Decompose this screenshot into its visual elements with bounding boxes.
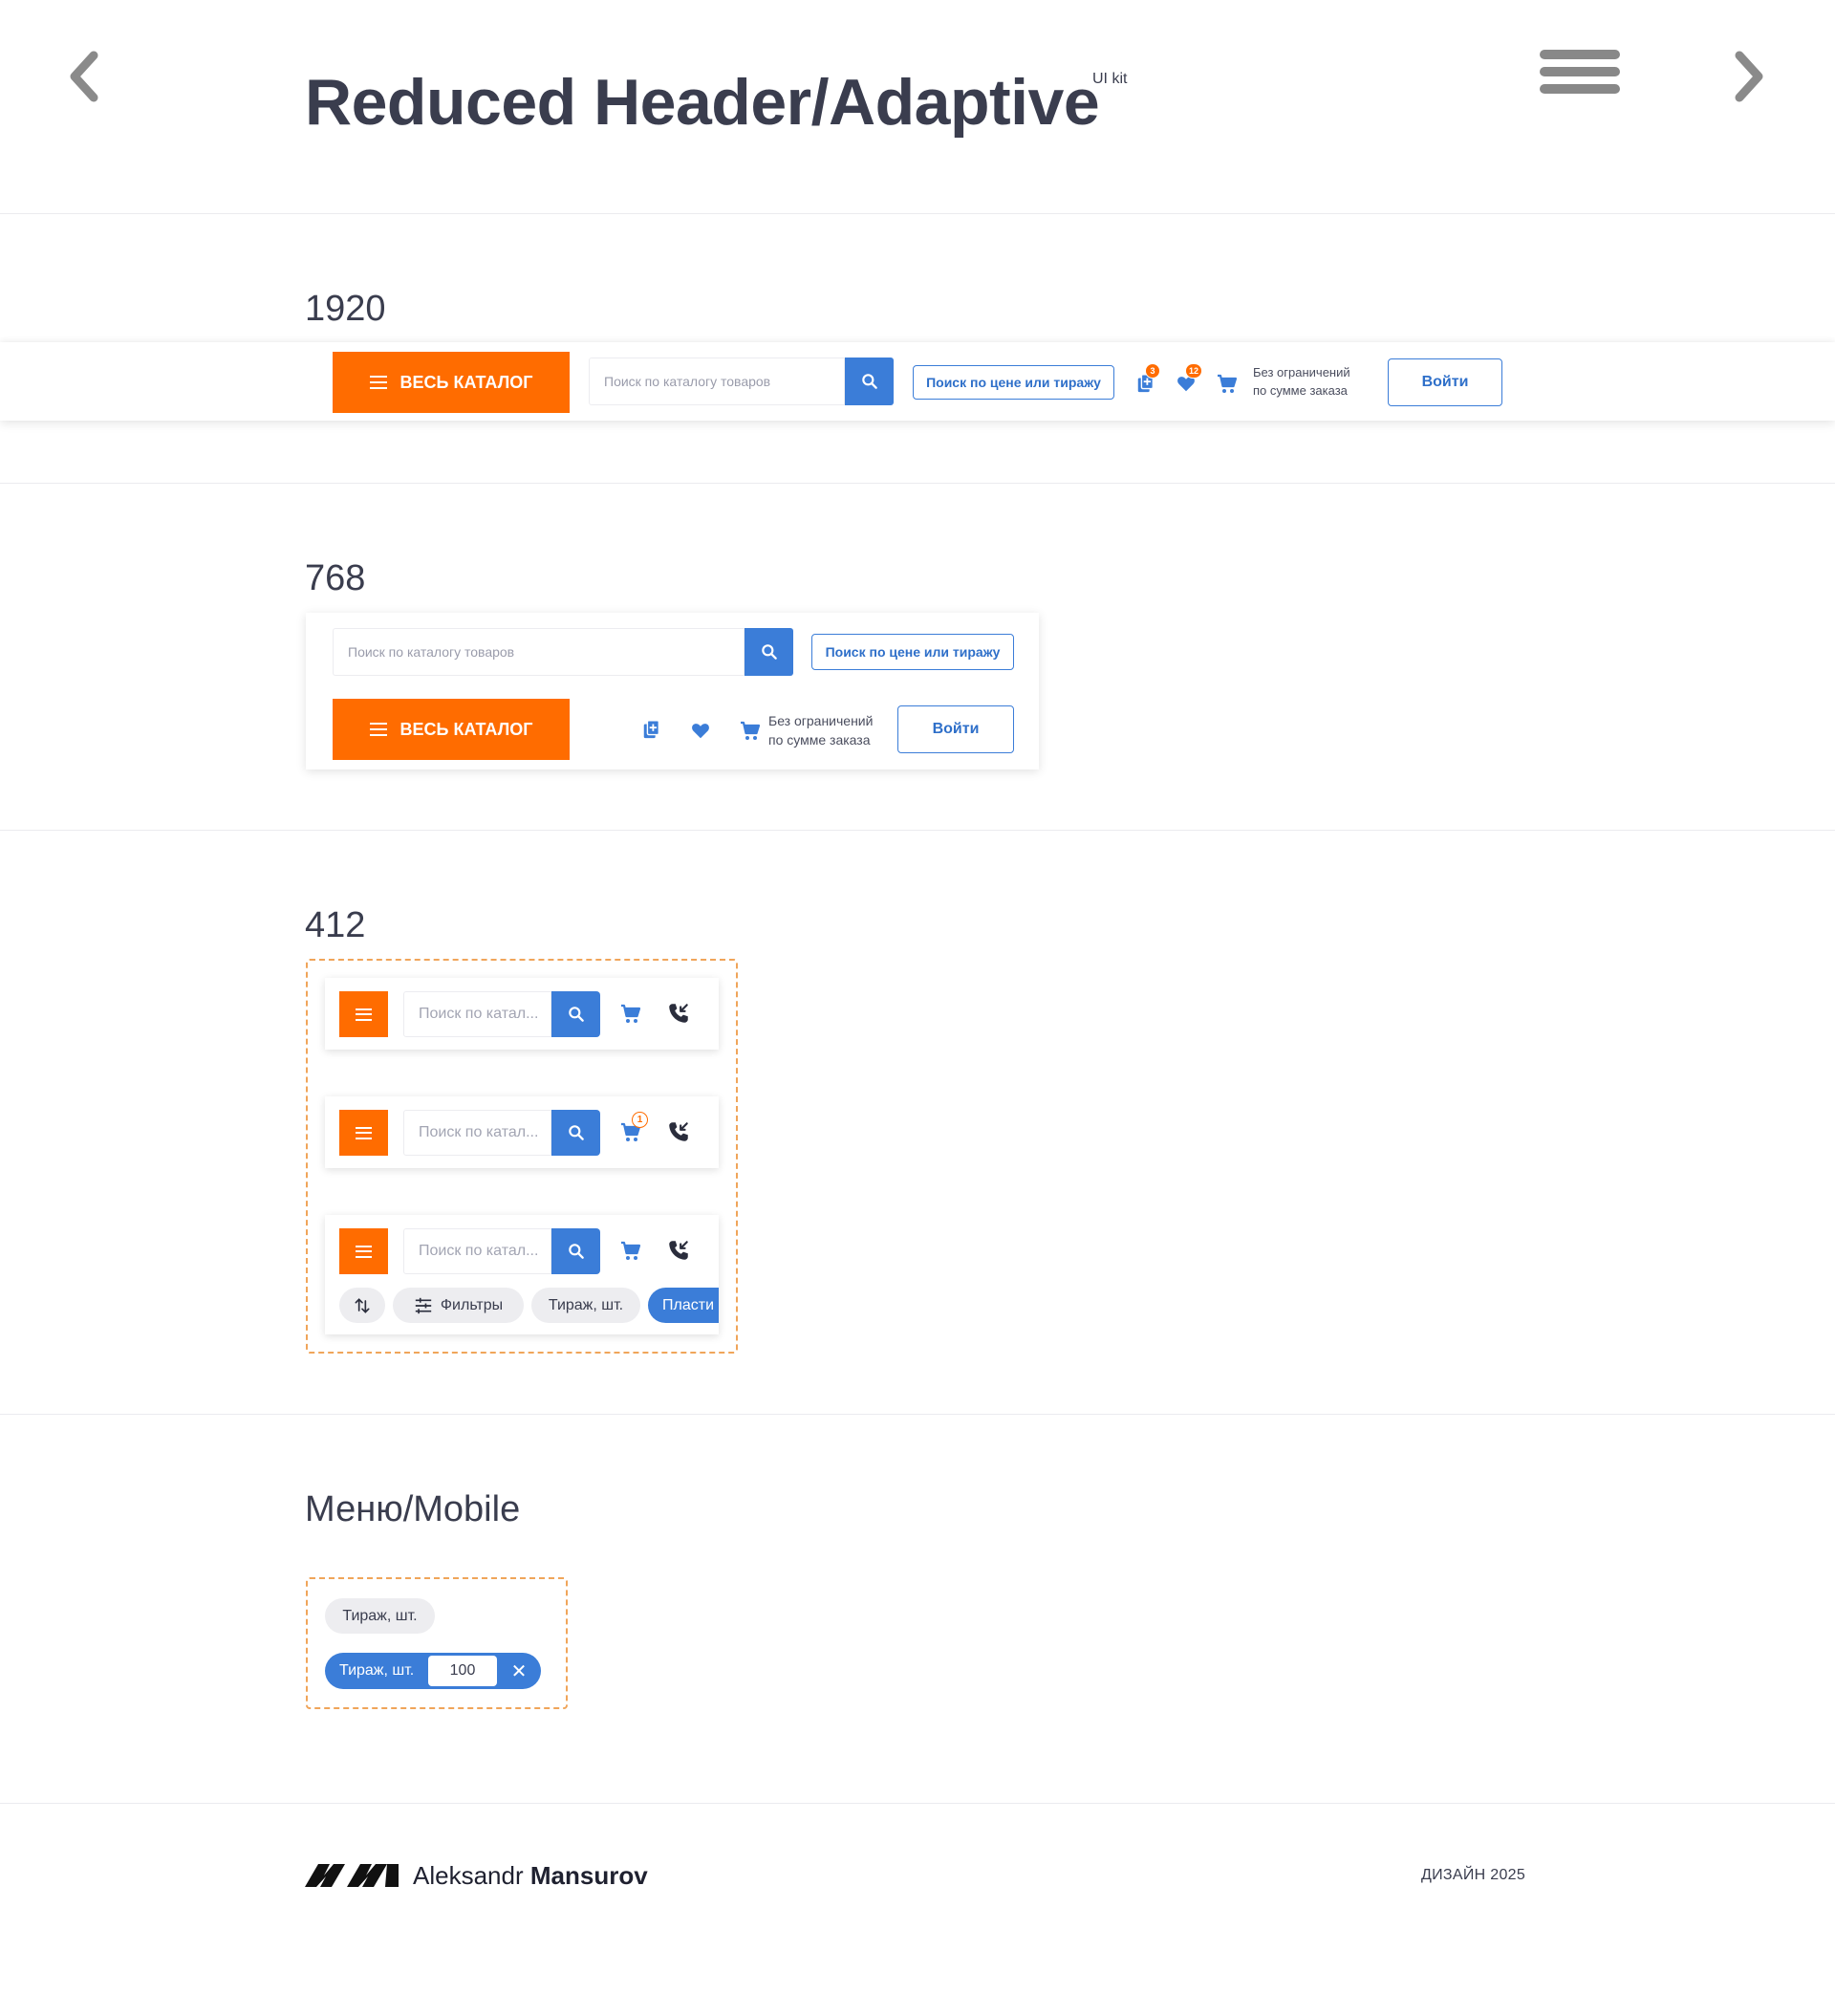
hamburger-icon bbox=[369, 723, 387, 736]
close-icon[interactable]: ✕ bbox=[503, 1653, 535, 1689]
mobile-phone-button[interactable] bbox=[666, 1119, 691, 1144]
page-subtitle: UI kit bbox=[1092, 71, 1128, 87]
mobile-header-default: Поиск по катал... bbox=[325, 978, 719, 1050]
sort-chip[interactable] bbox=[339, 1288, 385, 1323]
header-768: Поиск по каталогу товаров Поиск по цене … bbox=[306, 613, 1039, 770]
plastic-chip[interactable]: Пласти bbox=[648, 1288, 719, 1323]
mobile-header-with-filters: Поиск по катал... Фильтры Тираж, шт. Пла… bbox=[325, 1215, 719, 1334]
filters-chip[interactable]: Фильтры bbox=[393, 1288, 524, 1323]
catalog-label: ВЕСЬ КАТАЛОГ bbox=[399, 372, 533, 392]
cart-icon bbox=[741, 721, 761, 740]
compare-icon bbox=[643, 720, 660, 739]
author-last-name: Mansurov bbox=[529, 1861, 648, 1890]
section-label-412: 412 bbox=[305, 905, 366, 945]
hamburger-icon[interactable] bbox=[1540, 50, 1620, 103]
cart-icon bbox=[621, 1004, 641, 1023]
cart-icon bbox=[621, 1241, 641, 1260]
phone-icon bbox=[669, 1241, 688, 1260]
hamburger-icon bbox=[356, 1245, 372, 1258]
mobile-menu-button[interactable] bbox=[339, 1110, 388, 1156]
section-label-menu-mobile: Меню/Mobile bbox=[305, 1489, 521, 1529]
search-input[interactable]: Поиск по каталогу товаров bbox=[589, 358, 845, 405]
divider bbox=[0, 483, 1835, 484]
mobile-phone-button[interactable] bbox=[666, 1238, 691, 1263]
heart-icon bbox=[692, 724, 709, 739]
phone-icon bbox=[669, 1122, 688, 1141]
mobile-header-cart-filled: Поиск по катал... 1 bbox=[325, 1096, 719, 1168]
favorites-button[interactable]: 12 bbox=[1174, 363, 1203, 396]
compare-button[interactable] bbox=[639, 717, 664, 742]
login-button[interactable]: Войти bbox=[1388, 358, 1502, 406]
search-icon bbox=[568, 1244, 584, 1259]
quantity-chip[interactable]: Тираж, шт. bbox=[531, 1288, 640, 1323]
header-1920: ВЕСЬ КАТАЛОГ Поиск по каталогу товаров П… bbox=[0, 342, 1835, 421]
compare-button[interactable]: 3 bbox=[1133, 363, 1160, 396]
mobile-phone-button[interactable] bbox=[666, 1001, 691, 1026]
sort-icon bbox=[355, 1297, 370, 1313]
mobile-search-button[interactable] bbox=[551, 1110, 600, 1156]
section-label-768: 768 bbox=[305, 558, 366, 598]
mobile-menu-button[interactable] bbox=[339, 1228, 388, 1274]
quantity-input[interactable]: 100 bbox=[428, 1656, 497, 1686]
author-name: Aleksandr Mansurov bbox=[413, 1861, 648, 1891]
search-icon bbox=[761, 644, 777, 660]
mobile-search-input[interactable]: Поиск по катал... bbox=[403, 1228, 551, 1274]
mobile-menu-button[interactable] bbox=[339, 991, 388, 1037]
limit-line-2: по сумме заказа bbox=[1253, 383, 1348, 398]
filters-chip-label: Фильтры bbox=[440, 1296, 504, 1313]
hamburger-icon bbox=[369, 376, 387, 389]
limit-line-1: Без ограничений bbox=[1253, 365, 1350, 379]
divider bbox=[0, 213, 1835, 214]
login-button[interactable]: Войти bbox=[897, 705, 1014, 753]
cart-button[interactable] bbox=[1215, 372, 1240, 397]
author-logo bbox=[305, 1864, 399, 1887]
search-button[interactable] bbox=[745, 628, 793, 676]
search-icon bbox=[861, 374, 877, 389]
section-label-1920: 1920 bbox=[305, 289, 386, 329]
mobile-cart-button[interactable] bbox=[618, 1002, 643, 1027]
search-button[interactable] bbox=[845, 358, 894, 405]
order-limit-text: Без ограничений по сумме заказа bbox=[1253, 363, 1350, 400]
mobile-cart-button[interactable]: 1 bbox=[618, 1112, 648, 1145]
search-icon bbox=[568, 1125, 584, 1140]
mobile-cart-button[interactable] bbox=[618, 1239, 643, 1264]
divider bbox=[0, 1803, 1835, 1804]
mobile-search-input[interactable]: Поиск по катал... bbox=[403, 991, 551, 1037]
chevron-left-icon[interactable] bbox=[65, 48, 103, 105]
price-search-button[interactable]: Поиск по цене или тиражу bbox=[913, 365, 1114, 400]
catalog-label: ВЕСЬ КАТАЛОГ bbox=[399, 719, 533, 739]
hamburger-icon bbox=[356, 1008, 372, 1021]
mobile-search-button[interactable] bbox=[551, 991, 600, 1037]
favorites-badge: 12 bbox=[1185, 363, 1203, 379]
quantity-label: Тираж, шт. bbox=[339, 1662, 415, 1679]
limit-line-1: Без ограничений bbox=[768, 713, 874, 728]
menu-mobile-frame bbox=[306, 1577, 568, 1709]
favorites-button[interactable] bbox=[688, 718, 713, 743]
mobile-search-button[interactable] bbox=[551, 1228, 600, 1274]
footer-year: ДИЗАЙН 2025 bbox=[1421, 1867, 1526, 1883]
filter-icon bbox=[415, 1297, 432, 1313]
author-first-name: Aleksandr bbox=[413, 1861, 524, 1890]
chevron-right-icon[interactable] bbox=[1730, 48, 1768, 105]
quantity-chip[interactable]: Тираж, шт. bbox=[325, 1598, 435, 1634]
price-search-button[interactable]: Поиск по цене или тиражу bbox=[811, 634, 1014, 670]
compare-badge: 3 bbox=[1145, 363, 1160, 379]
mobile-search-input[interactable]: Поиск по катал... bbox=[403, 1110, 551, 1156]
page-title: Reduced Header/Adaptive bbox=[305, 66, 1100, 139]
hamburger-icon bbox=[356, 1126, 372, 1139]
cart-button[interactable] bbox=[738, 719, 763, 744]
cart-icon bbox=[1218, 374, 1238, 393]
divider bbox=[0, 1414, 1835, 1415]
search-input[interactable]: Поиск по каталогу товаров bbox=[333, 628, 745, 676]
order-limit-text: Без ограничений по сумме заказа bbox=[768, 711, 873, 749]
catalog-button[interactable]: ВЕСЬ КАТАЛОГ bbox=[333, 699, 570, 760]
divider bbox=[0, 830, 1835, 831]
limit-line-2: по сумме заказа bbox=[768, 732, 871, 748]
cart-badge: 1 bbox=[632, 1112, 648, 1128]
phone-icon bbox=[669, 1004, 688, 1023]
quantity-filter-active: Тираж, шт. 100 ✕ bbox=[325, 1653, 541, 1689]
search-icon bbox=[568, 1007, 584, 1022]
catalog-button[interactable]: ВЕСЬ КАТАЛОГ bbox=[333, 352, 570, 413]
